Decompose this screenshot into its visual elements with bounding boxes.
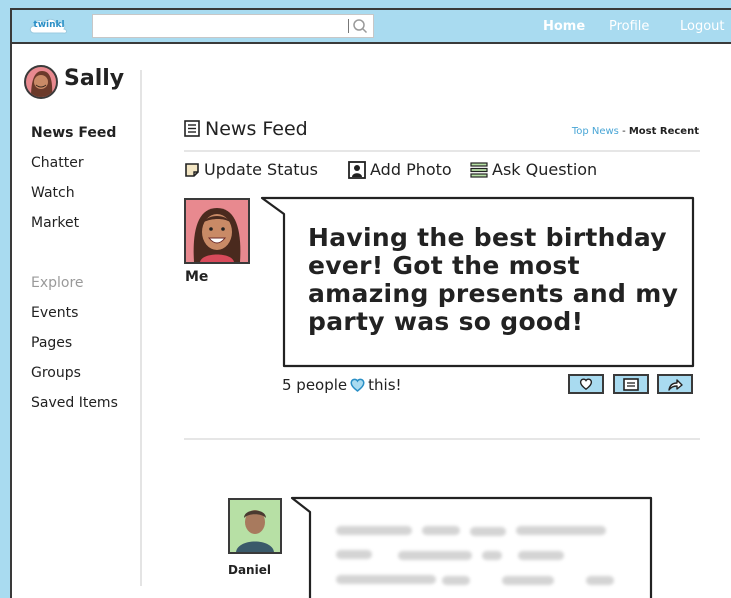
comment-icon <box>623 377 639 391</box>
sidebar-item-saved-items[interactable]: Saved Items <box>31 395 118 411</box>
update-status-button[interactable]: Update Status <box>184 160 318 179</box>
add-photo-button[interactable]: Add Photo <box>348 160 452 179</box>
ask-question-button[interactable]: Ask Question <box>470 160 597 179</box>
likes-count: 5 people <box>282 376 348 394</box>
update-status-label: Update Status <box>204 160 319 179</box>
heart-icon <box>350 378 365 392</box>
author-photo-daniel[interactable] <box>228 498 282 554</box>
add-photo-label: Add Photo <box>370 160 452 179</box>
search-input[interactable] <box>92 14 374 38</box>
photo-icon <box>348 160 366 179</box>
sidebar-item-chatter[interactable]: Chatter <box>31 155 84 171</box>
sort-top-news[interactable]: Top News <box>572 126 619 137</box>
sidebar-divider <box>140 70 142 586</box>
like-button[interactable] <box>568 374 604 394</box>
twinkl-logo[interactable]: twinkl <box>28 16 70 36</box>
share-icon <box>668 378 683 391</box>
note-icon <box>185 162 199 177</box>
post-divider <box>184 438 700 440</box>
user-name[interactable]: Sally <box>64 66 124 91</box>
sidebar-item-market[interactable]: Market <box>31 215 79 231</box>
feed-title: News Feed <box>205 118 308 140</box>
nav-profile[interactable]: Profile <box>609 19 649 34</box>
text-cursor <box>348 19 349 33</box>
ask-question-label: Ask Question <box>492 160 598 179</box>
sidebar-item-watch[interactable]: Watch <box>31 185 75 201</box>
top-bar: twinkl Home Profile Logout <box>12 10 731 44</box>
author-name-daniel[interactable]: Daniel <box>228 563 271 577</box>
nav-home[interactable]: Home <box>543 19 585 34</box>
girl-portrait <box>186 200 248 262</box>
sidebar-item-groups[interactable]: Groups <box>31 365 81 381</box>
author-photo[interactable] <box>184 198 250 264</box>
list-icon <box>470 161 488 178</box>
comment-button[interactable] <box>613 374 649 394</box>
share-button[interactable] <box>657 374 693 394</box>
newspaper-icon <box>184 120 200 137</box>
logo-text: twinkl <box>33 20 65 30</box>
user-avatar[interactable] <box>24 65 58 99</box>
sidebar-item-news-feed[interactable]: News Feed <box>31 125 116 141</box>
heart-icon <box>579 378 593 390</box>
app-window: twinkl Home Profile Logout Sally News Fe… <box>10 8 731 598</box>
sort-options: Top News - Most Recent <box>572 126 699 137</box>
sidebar-item-events[interactable]: Events <box>31 305 78 321</box>
feed-header: News Feed <box>184 118 308 140</box>
sort-separator: - <box>618 126 629 137</box>
post-text: Having the best birthday ever! Got the m… <box>308 223 679 336</box>
header-divider <box>184 150 700 152</box>
search-icon[interactable] <box>352 18 368 34</box>
sidebar-item-pages[interactable]: Pages <box>31 335 72 351</box>
boy-portrait <box>230 500 280 552</box>
nav-logout[interactable]: Logout <box>680 19 725 34</box>
sort-most-recent[interactable]: Most Recent <box>629 126 699 137</box>
author-name[interactable]: Me <box>185 269 208 285</box>
avatar-portrait <box>29 69 53 97</box>
likes-suffix: this! <box>368 376 402 394</box>
likes-summary: 5 people this! <box>282 376 402 394</box>
sidebar-heading-explore: Explore <box>31 275 84 291</box>
